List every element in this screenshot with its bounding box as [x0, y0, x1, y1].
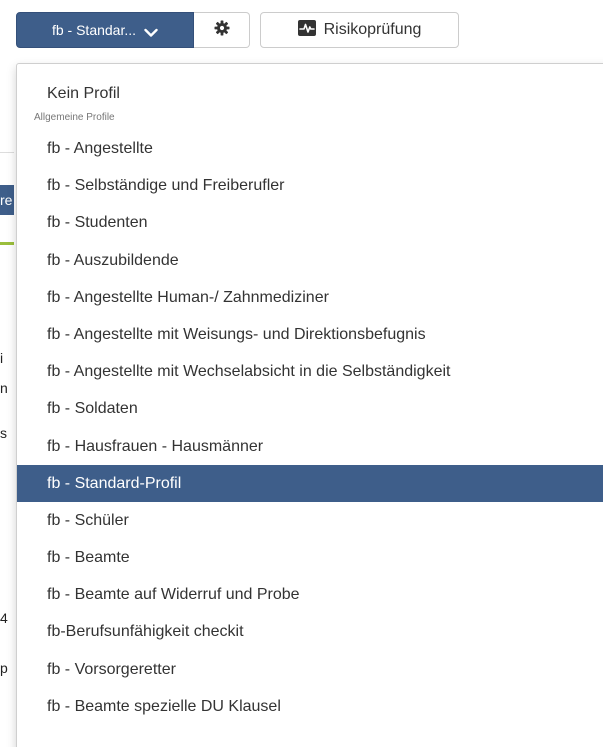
background-text-fragment: s: [0, 425, 7, 441]
menu-item[interactable]: fb - Angestellte mit Wechselabsicht in d…: [17, 353, 603, 390]
background-text-fragment: re: [0, 192, 13, 208]
menu-item[interactable]: fb - Angestellte mit Weisungs- und Direk…: [17, 316, 603, 353]
risk-check-label: Risikoprüfung: [323, 21, 422, 38]
chevron-down-icon: [144, 25, 158, 37]
heartbeat-icon: [297, 19, 316, 41]
background-text-fragment: n: [0, 380, 8, 396]
menu-item[interactable]: fb - Selbständige und Freiberufler: [17, 167, 603, 204]
background-text-fragment: 4: [0, 610, 8, 626]
background-accent-line: [0, 242, 14, 245]
background-page-edge: re i n s 4 p: [0, 0, 14, 747]
profile-select-label: fb - Standar...: [51, 22, 137, 38]
background-text-fragment: i: [0, 350, 4, 366]
background-text-fragment: p: [0, 660, 8, 676]
background-divider: [0, 152, 14, 153]
menu-item-selected[interactable]: fb - Standard-Profil: [17, 464, 603, 502]
menu-item[interactable]: fb - Studenten: [17, 204, 603, 241]
page: re i n s 4 p fb - Standar... Risikoprüfu…: [0, 0, 603, 747]
menu-item[interactable]: fb - Beamte: [17, 539, 603, 576]
menu-item[interactable]: fb - Soldaten: [17, 390, 603, 427]
profile-select-button[interactable]: fb - Standar...: [16, 12, 194, 48]
menu-item[interactable]: fb - Hausfrauen - Hausmänner: [17, 428, 603, 465]
menu-item[interactable]: fb - Schüler: [17, 502, 603, 539]
menu-item[interactable]: fb - Angestellte: [17, 130, 603, 167]
menu-item-no-profile[interactable]: Kein Profil: [17, 78, 603, 110]
menu-item[interactable]: fb - Vorsorgeretter: [17, 651, 603, 688]
settings-button[interactable]: [194, 12, 250, 48]
gear-icon: [214, 20, 230, 41]
menu-item[interactable]: fb - Beamte spezielle DU Klausel: [17, 688, 603, 725]
risk-check-button[interactable]: Risikoprüfung: [260, 12, 459, 48]
menu-section-header: Allgemeine Profile: [34, 112, 115, 123]
profile-dropdown-menu: Kein Profil Allgemeine Profile fb - Ange…: [16, 63, 603, 747]
menu-item[interactable]: fb - Beamte auf Widerruf und Probe: [17, 576, 603, 613]
toolbar: fb - Standar... Risikoprüfung: [16, 12, 459, 48]
menu-item[interactable]: fb-Berufsunfähigkeit checkit: [17, 613, 603, 650]
menu-item[interactable]: fb - Auszubildende: [17, 242, 603, 279]
menu-item[interactable]: fb - Angestellte Human-/ Zahnmediziner: [17, 279, 603, 316]
